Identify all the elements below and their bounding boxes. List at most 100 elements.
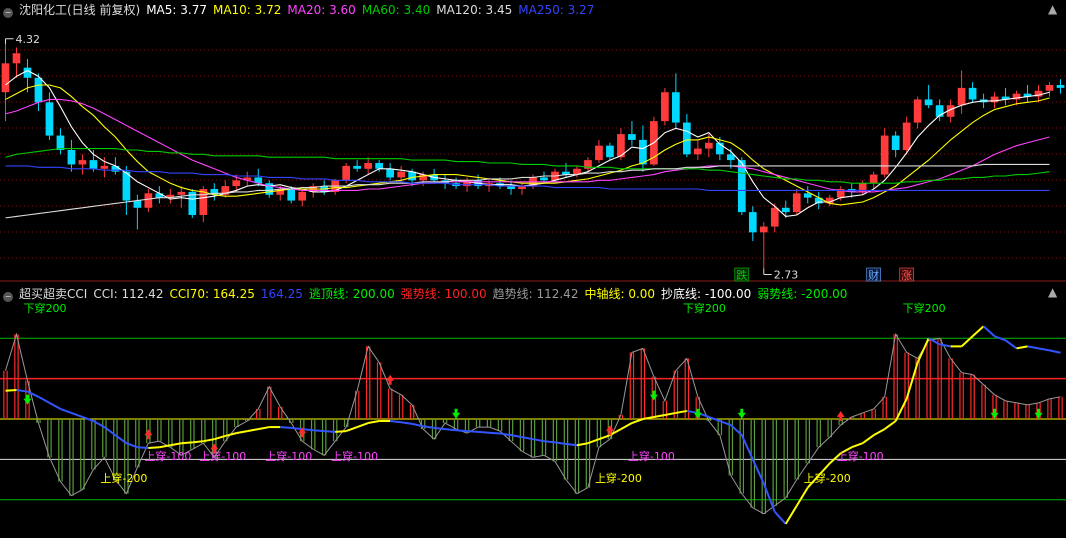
cci70-segment (862, 434, 875, 445)
ma-legend-item: MA120: 3.45 (436, 3, 513, 17)
cci70-segment (60, 407, 72, 414)
ma-legend-item: MA60: 3.40 (361, 3, 431, 17)
candle-body (1045, 85, 1054, 91)
cci70-segment (620, 422, 633, 430)
cci70-segment (1016, 345, 1028, 350)
candle-body (12, 53, 21, 64)
scroll-icon[interactable]: ▲ (1048, 286, 1060, 298)
candle-body (628, 134, 636, 140)
candle-body (67, 150, 76, 165)
cci70-segment (1004, 339, 1018, 350)
candle-body (287, 189, 296, 201)
cci70-segment (477, 430, 490, 434)
candle-body (891, 135, 900, 150)
cci70-segment (345, 426, 358, 433)
candle-body (913, 99, 922, 123)
candle-body (540, 177, 548, 181)
cci70-segment (982, 325, 996, 338)
cross-label: 上穿-100 (199, 449, 246, 463)
cross-label: 上穿-200 (595, 471, 642, 485)
cci70-segment (1038, 347, 1050, 352)
cci70-segment (971, 325, 985, 338)
cci70-segment (335, 430, 347, 433)
candle-body (177, 191, 186, 195)
candle-body (1, 63, 10, 93)
collapse-icon[interactable]: − (3, 292, 13, 302)
candle-body (298, 191, 307, 201)
cci70-segment (488, 431, 501, 435)
candle-body (672, 92, 680, 123)
candle-body (342, 165, 351, 181)
candle-body (1056, 85, 1065, 88)
cci70-segment (367, 420, 380, 425)
down-arrow-icon (452, 408, 461, 419)
cci70-segment (444, 428, 457, 432)
cci70-segment (631, 418, 644, 424)
candle-body (968, 87, 977, 100)
down-arrow-icon (693, 408, 702, 419)
cross-label: 上穿-100 (265, 449, 312, 463)
candle-body (704, 142, 713, 149)
candle-body (781, 207, 790, 213)
down-arrow-icon (990, 408, 999, 419)
candle-body (748, 212, 757, 233)
candle-body (639, 139, 647, 165)
cci70-segment (774, 511, 787, 525)
cci70-segment (324, 430, 336, 433)
cci-legend: CCI: 112.42 CCI70: 164.25 164.25 逃顶线: 200.0… (93, 287, 853, 301)
cci70-segment (280, 426, 292, 429)
high-marker (4, 38, 14, 44)
candle-body (726, 154, 735, 161)
cci70-segment (137, 446, 149, 450)
cci70-segment (390, 420, 402, 424)
cross-label: 上穿-200 (804, 471, 851, 485)
cci-legend-item: 抄底线: -100.00 (661, 287, 752, 301)
candle-body (45, 102, 54, 136)
cci-legend-item: CCI70: 164.25 (169, 287, 255, 301)
cci-legend-item: 逃顶线: 200.00 (308, 287, 395, 301)
close-icon[interactable]: ▲ (1048, 3, 1060, 15)
cci70-segment (37, 395, 50, 404)
candle-body (661, 92, 669, 122)
cci70-segment (313, 429, 325, 433)
down-arrow-icon (649, 390, 658, 401)
cci70-segment (784, 505, 798, 525)
ma-legend: MA5: 3.77 MA10: 3.72 MA20: 3.60 MA60: 3.40 M… (146, 3, 600, 17)
cci70-segment (291, 426, 303, 431)
cross-label: 上穿-100 (628, 449, 675, 463)
cci70-segment (247, 428, 259, 433)
cci70-segment (48, 401, 61, 410)
candle-body (364, 163, 373, 169)
event-badge-label: 财 (868, 268, 879, 282)
collapse-icon[interactable]: − (3, 8, 13, 18)
candle-body (683, 122, 691, 155)
candle-body (759, 226, 768, 233)
chart-canvas[interactable]: 4.32 2.73 跌 财 涨下穿200 上穿-200 上穿-100 上穿-100 上穿-100… (0, 0, 1066, 538)
cci70-segment (795, 487, 809, 507)
cci70-segment (148, 446, 160, 450)
cross-label: 下穿200 (23, 301, 66, 315)
cci70-segment (884, 420, 897, 430)
cci-legend-item: 中轴线: 0.00 (584, 287, 656, 301)
cci70-segment (258, 426, 270, 431)
ma-legend-item: MA5: 3.77 (146, 3, 207, 17)
cci70-segment (543, 440, 556, 444)
cci-legend-item: CCI: 112.42 (93, 287, 164, 301)
candle-body (595, 145, 603, 161)
cross-label: 上穿-100 (144, 449, 191, 463)
candle-body (770, 207, 779, 227)
cci70-segment (960, 335, 974, 348)
cci70-segment (433, 426, 446, 431)
cci-line (5, 332, 1061, 515)
event-badge-label: 涨 (901, 269, 912, 282)
candle-body (122, 171, 131, 201)
cci70-segment (192, 440, 204, 444)
main-header: − 沈阳化工(日线 前复权) MA5: 3.77 MA10: 3.72 MA20: 3.… (0, 2, 606, 18)
cci70-segment (851, 442, 864, 449)
cci-legend-item: 164.25 (260, 287, 303, 301)
candle-body (23, 67, 32, 78)
cross-label: 下穿200 (903, 301, 946, 315)
up-arrow-icon (144, 429, 153, 440)
cross-label: 下穿200 (683, 301, 726, 315)
cci-legend-item: 趋势线: 112.42 (492, 287, 579, 301)
